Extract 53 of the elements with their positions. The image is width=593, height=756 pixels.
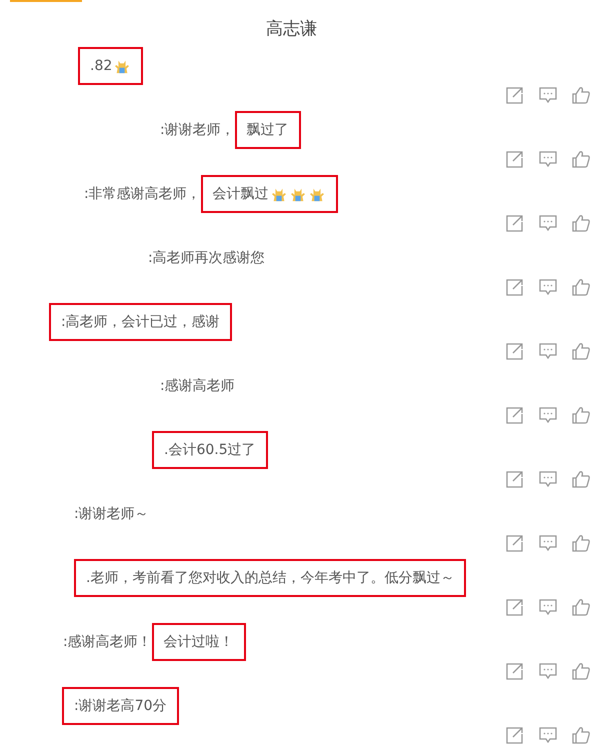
comment-text: :谢谢老师，	[160, 121, 235, 139]
comment-text: :感谢高老师！	[63, 633, 152, 651]
share-icon[interactable]	[505, 213, 525, 233]
thumbs-up-icon[interactable]	[571, 469, 591, 489]
comment-icon[interactable]	[538, 469, 558, 489]
comment-text: :谢谢老高70分	[74, 697, 167, 715]
comment-icon[interactable]	[538, 341, 558, 361]
share-icon[interactable]	[505, 533, 525, 553]
thumbs-up-icon[interactable]	[571, 405, 591, 425]
share-icon[interactable]	[505, 725, 525, 745]
comment-icon[interactable]	[538, 597, 558, 617]
thumbs-up-icon[interactable]	[571, 85, 591, 105]
comment-text: :高老师再次感谢您	[148, 249, 265, 267]
thumbs-up-icon[interactable]	[571, 533, 591, 553]
comment-text: 飘过了	[246, 121, 289, 139]
thumbs-up-icon[interactable]	[571, 341, 591, 361]
thumbs-up-icon[interactable]	[571, 213, 591, 233]
sticker-icon	[308, 186, 326, 202]
thumbs-up-icon[interactable]	[571, 725, 591, 745]
comment-text: .82	[90, 58, 112, 74]
comment-icon[interactable]	[538, 725, 558, 745]
comment-text: :非常感谢高老师，	[84, 185, 201, 203]
page-title: 高志谦	[265, 18, 318, 41]
comment-icon[interactable]	[538, 85, 558, 105]
comment-icon[interactable]	[538, 405, 558, 425]
share-icon[interactable]	[505, 341, 525, 361]
comment-text: :感谢高老师	[160, 377, 235, 395]
thumbs-up-icon[interactable]	[571, 661, 591, 681]
comment-icon[interactable]	[538, 277, 558, 297]
thumbs-up-icon[interactable]	[571, 277, 591, 297]
comment-text: 会计飘过	[212, 185, 269, 203]
comment-text: :高老师，会计已过，感谢	[61, 313, 220, 331]
share-icon[interactable]	[505, 149, 525, 169]
comment-text: 会计过啦！	[164, 633, 234, 651]
comment-text: :谢谢老师～	[74, 505, 149, 523]
share-icon[interactable]	[505, 405, 525, 425]
share-icon[interactable]	[505, 85, 525, 105]
thumbs-up-icon[interactable]	[571, 597, 591, 617]
share-icon[interactable]	[505, 469, 525, 489]
sticker-icon	[270, 186, 288, 202]
sticker-icon	[113, 58, 132, 74]
share-icon[interactable]	[505, 661, 525, 681]
tab-underline	[10, 0, 82, 2]
comment-icon[interactable]	[538, 149, 558, 169]
share-icon[interactable]	[505, 597, 525, 617]
comment-text: .老师，考前看了您对收入的总结，今年考中了。低分飘过～	[86, 569, 454, 587]
comment-icon[interactable]	[538, 533, 558, 553]
sticker-icon	[288, 186, 307, 202]
thumbs-up-icon[interactable]	[571, 149, 591, 169]
comment-icon[interactable]	[538, 213, 558, 233]
share-icon[interactable]	[505, 277, 525, 297]
comment-text: .会计60.5过了	[164, 441, 256, 459]
comment-icon[interactable]	[538, 661, 558, 681]
